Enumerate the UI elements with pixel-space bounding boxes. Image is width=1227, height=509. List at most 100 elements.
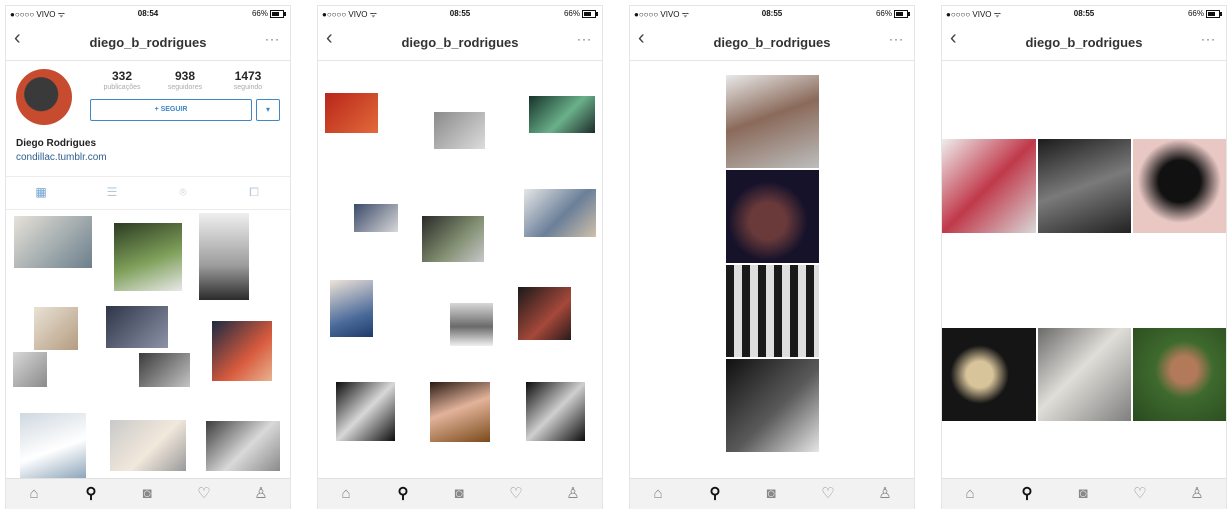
heart-icon[interactable]: ♡ (1130, 485, 1150, 503)
battery-percent: 66% (1187, 9, 1204, 18)
grid-view-icon[interactable]: ▦ (33, 185, 49, 199)
photo-thumbnail[interactable] (106, 306, 168, 348)
heart-icon[interactable]: ♡ (194, 485, 214, 503)
photo-thumbnail[interactable] (942, 139, 1036, 233)
search-icon[interactable]: ⚲ (705, 485, 725, 503)
photo-thumbnail[interactable] (526, 382, 585, 441)
heart-icon[interactable]: ♡ (818, 485, 838, 503)
tagged-photos-icon[interactable]: ⧠ (246, 185, 262, 199)
clock: 08:55 (449, 9, 471, 18)
battery-icon (894, 10, 910, 18)
photo-thumbnail[interactable] (726, 359, 819, 452)
more-options-icon[interactable]: ··· (265, 32, 280, 46)
camera-icon[interactable]: ◙ (137, 485, 157, 503)
status-bar: ●○○○○ VIVO ᯤ 08:55 66% (318, 6, 602, 20)
stat-followers[interactable]: 938 seguidores (155, 69, 215, 91)
nav-bar: ‹ diego_b_rodrigues ··· (630, 20, 914, 61)
bottom-tab-bar: ⌂ ⚲ ◙ ♡ ♙ (942, 478, 1226, 509)
photo-thumbnail[interactable] (110, 420, 186, 471)
stat-following[interactable]: 1473 seguindo (218, 69, 278, 91)
location-icon[interactable]: ⌾ (175, 185, 191, 199)
home-icon[interactable]: ⌂ (648, 485, 668, 503)
photo-thumbnail[interactable] (325, 93, 378, 133)
photo-thumbnail[interactable] (139, 353, 190, 387)
bottom-tab-bar: ⌂ ⚲ ◙ ♡ ♙ (630, 478, 914, 509)
more-options-icon[interactable]: ··· (889, 32, 904, 46)
phone-screen-scattered-grid: ●○○○○ VIVO ᯤ 08:55 66% ‹ diego_b_rodrigu… (318, 6, 602, 509)
battery-icon (582, 10, 598, 18)
photo-thumbnail[interactable] (430, 382, 490, 442)
stat-posts: 332 publicações (92, 69, 152, 91)
camera-icon[interactable]: ◙ (761, 485, 781, 503)
status-bar: ●○○○○ VIVO ᯤ 08:55 66% (630, 6, 914, 20)
photo-thumbnail[interactable] (942, 328, 1036, 421)
stat-posts-label: publicações (103, 84, 141, 91)
photo-thumbnail[interactable] (1038, 328, 1131, 421)
nav-bar: ‹ diego_b_rodrigues ··· (318, 20, 602, 61)
photo-thumbnail[interactable] (336, 382, 395, 441)
profile-icon[interactable]: ♙ (875, 485, 895, 503)
follow-button[interactable]: + SEGUIR (90, 99, 252, 121)
photo-thumbnail[interactable] (434, 112, 485, 149)
profile-website-link[interactable]: condillac.tumblr.com (16, 152, 107, 163)
battery-percent: 66% (251, 9, 268, 18)
status-bar: ●○○○○ VIVO ᯤ 08:55 66% (942, 6, 1226, 20)
photo-thumbnail[interactable] (529, 96, 595, 133)
camera-icon[interactable]: ◙ (449, 485, 469, 503)
photo-thumbnail[interactable] (1133, 328, 1226, 421)
home-icon[interactable]: ⌂ (336, 485, 356, 503)
photo-thumbnail[interactable] (212, 321, 272, 381)
battery-percent: 66% (563, 9, 580, 18)
phone-screen-profile: ●○○○○ VIVO ᯤ 08:54 66% ‹ diego_b_rodrigu… (6, 6, 290, 509)
stat-followers-label: seguidores (167, 84, 203, 91)
photo-thumbnail[interactable] (422, 216, 484, 262)
home-icon[interactable]: ⌂ (24, 485, 44, 503)
avatar[interactable] (16, 69, 72, 125)
profile-icon[interactable]: ♙ (563, 485, 583, 503)
photo-thumbnail[interactable] (199, 213, 249, 300)
photo-thumbnail[interactable] (354, 204, 398, 232)
photo-thumbnail[interactable] (206, 421, 280, 471)
more-options-icon[interactable]: ··· (1201, 32, 1216, 46)
nav-bar: ‹ diego_b_rodrigues ··· (6, 20, 290, 61)
camera-icon[interactable]: ◙ (1073, 485, 1093, 503)
photo-thumbnail[interactable] (13, 352, 47, 387)
profile-icon[interactable]: ♙ (251, 485, 271, 503)
profile-icon[interactable]: ♙ (1187, 485, 1207, 503)
heart-icon[interactable]: ♡ (506, 485, 526, 503)
stat-following-label: seguindo (233, 84, 263, 91)
profile-full-name: Diego Rodrigues (16, 138, 97, 149)
photo-thumbnail[interactable] (726, 265, 819, 357)
photo-thumbnail[interactable] (20, 413, 86, 479)
clock: 08:55 (761, 9, 783, 18)
photo-thumbnail[interactable] (1038, 139, 1131, 233)
bottom-tab-bar: ⌂ ⚲ ◙ ♡ ♙ (6, 478, 290, 509)
photo-thumbnail[interactable] (726, 75, 819, 168)
stat-followers-count: 938 (174, 69, 196, 83)
phone-screen-vertical-strip: ●○○○○ VIVO ᯤ 08:55 66% ‹ diego_b_rodrigu… (630, 6, 914, 509)
battery-icon (270, 10, 286, 18)
photo-thumbnail[interactable] (450, 303, 493, 346)
photo-thumbnail[interactable] (1133, 139, 1226, 233)
phone-screen-rows: ●○○○○ VIVO ᯤ 08:55 66% ‹ diego_b_rodrigu… (942, 6, 1226, 509)
photo-thumbnail[interactable] (330, 280, 373, 337)
stat-following-count: 1473 (234, 69, 262, 83)
photo-thumbnail[interactable] (34, 307, 78, 350)
nav-bar: ‹ diego_b_rodrigues ··· (942, 20, 1226, 61)
page-title: diego_b_rodrigues (1025, 35, 1143, 50)
photo-thumbnail[interactable] (518, 287, 571, 340)
stat-posts-count: 332 (111, 69, 133, 83)
suggestions-dropdown-button[interactable]: ▾ (256, 99, 280, 121)
photo-thumbnail[interactable] (524, 189, 596, 237)
photo-thumbnail[interactable] (114, 223, 182, 291)
home-icon[interactable]: ⌂ (960, 485, 980, 503)
photo-thumbnail[interactable] (726, 170, 819, 263)
profile-view-tabs: ▦ ☰ ⌾ ⧠ (6, 176, 290, 210)
photo-thumbnail[interactable] (14, 216, 92, 268)
search-icon[interactable]: ⚲ (81, 485, 101, 503)
more-options-icon[interactable]: ··· (577, 32, 592, 46)
search-icon[interactable]: ⚲ (1017, 485, 1037, 503)
page-title: diego_b_rodrigues (89, 35, 207, 50)
search-icon[interactable]: ⚲ (393, 485, 413, 503)
list-view-icon[interactable]: ☰ (104, 185, 120, 199)
